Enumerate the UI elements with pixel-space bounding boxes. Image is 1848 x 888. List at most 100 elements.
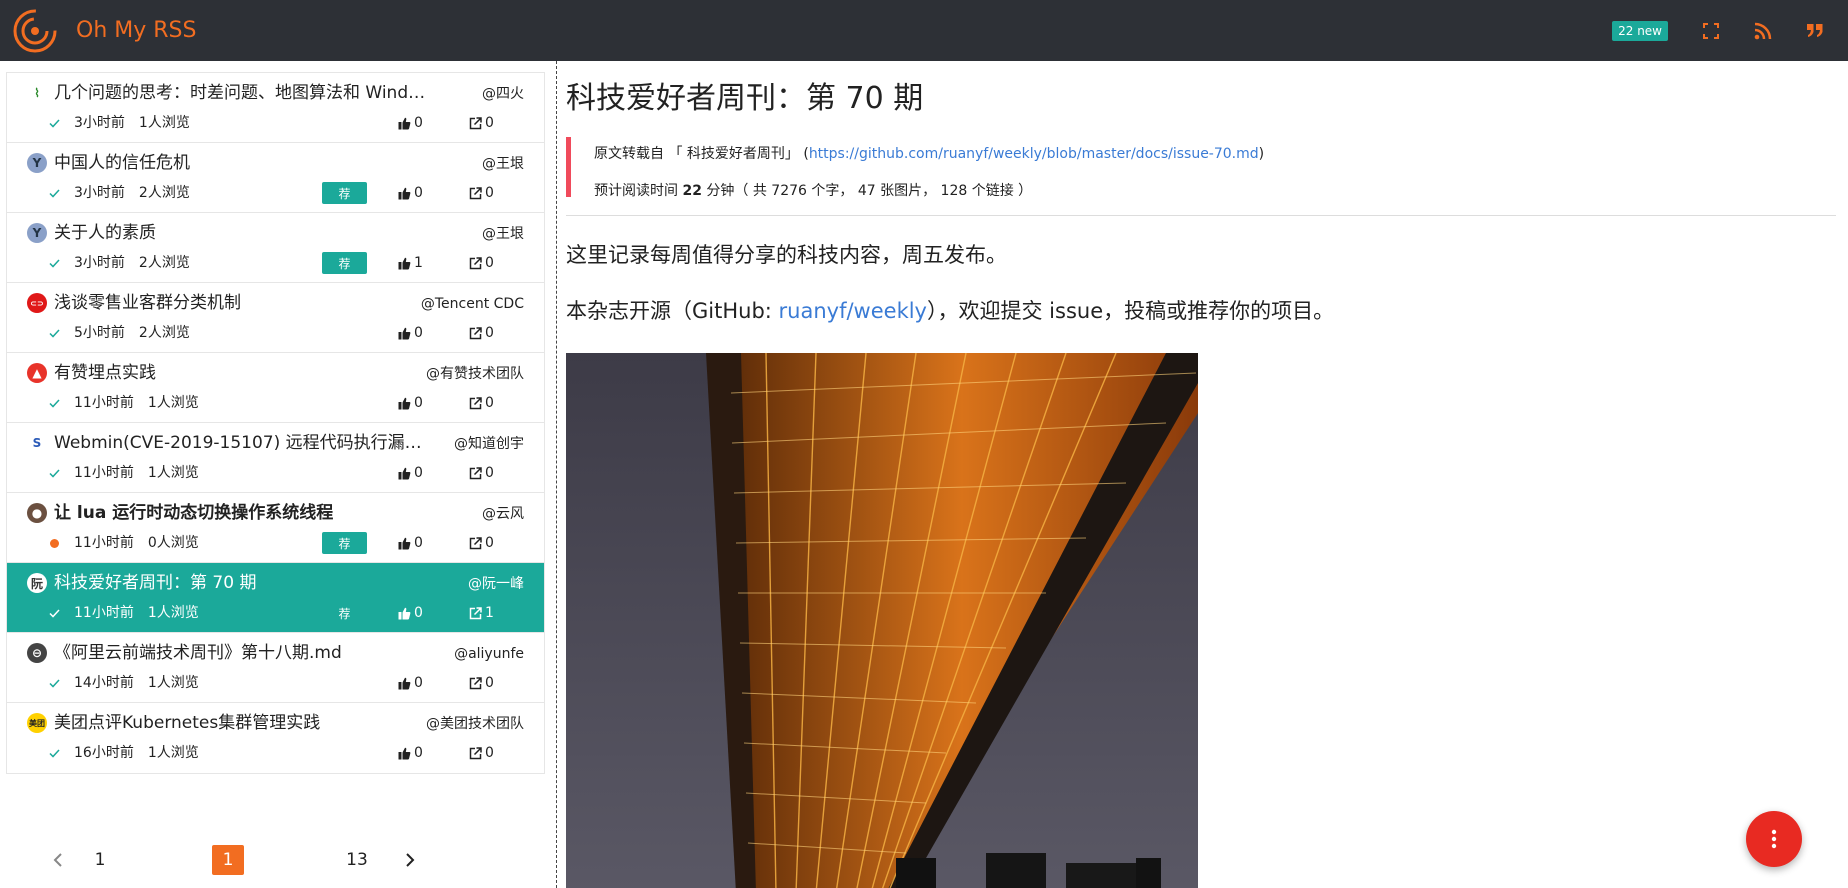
article-item-title[interactable]: 《阿里云前端技术周刊》第十八期.md bbox=[54, 642, 434, 664]
thumbs-up-icon bbox=[398, 747, 411, 759]
thumbs-up-icon bbox=[398, 537, 411, 549]
article-title: 科技爱好者周刊：第 70 期 bbox=[566, 81, 924, 116]
likes-count[interactable]: 0 bbox=[398, 184, 423, 202]
article-item-title[interactable]: 几个问题的思考：时差问题、地图算法和 Windows... bbox=[54, 82, 434, 104]
likes-value: 0 bbox=[414, 605, 423, 621]
more-actions-button[interactable] bbox=[1746, 811, 1802, 867]
article-item-title[interactable]: 美团点评Kubernetes集群管理实践 bbox=[54, 712, 434, 734]
read-check-icon bbox=[47, 326, 61, 340]
app-title[interactable]: Oh My RSS bbox=[76, 18, 196, 43]
open-link-count[interactable]: 0 bbox=[469, 254, 494, 272]
article-list-item[interactable]: Y 中国人的信任危机 @王垠 3小时前 2人浏览 荐 0 0 bbox=[7, 143, 544, 213]
likes-count[interactable]: 0 bbox=[398, 394, 423, 412]
article-list-item[interactable]: ▲ 有赞埋点实践 @有赞技术团队 11小时前 1人浏览 0 0 bbox=[7, 353, 544, 423]
article-item-views: 1人浏览 bbox=[147, 465, 199, 481]
open-external-icon bbox=[469, 536, 482, 549]
likes-value: 0 bbox=[414, 115, 423, 131]
open-external-icon bbox=[469, 116, 482, 129]
recommended-badge: 荐 bbox=[322, 252, 367, 274]
likes-value: 0 bbox=[414, 185, 423, 201]
likes-count[interactable]: 0 bbox=[398, 674, 423, 692]
prev-page-icon[interactable] bbox=[48, 845, 68, 875]
article-source-quote: 原文转载自 「 科技爱好者周刊」 (https://github.com/rua… bbox=[566, 137, 1846, 199]
reading-suffix: 分钟（ 共 7276 个字， 47 张图片， 128 个链接 ） bbox=[701, 183, 1033, 199]
shares-value: 1 bbox=[485, 605, 494, 621]
open-link-count[interactable]: 0 bbox=[469, 394, 494, 412]
likes-count[interactable]: 0 bbox=[398, 534, 423, 552]
article-item-time: 3小时前 bbox=[74, 185, 125, 201]
article-item-author: @王垠 bbox=[482, 156, 524, 172]
article-item-author: @有赞技术团队 bbox=[426, 366, 524, 382]
likes-count[interactable]: 1 bbox=[398, 254, 423, 272]
article-item-views: 0人浏览 bbox=[147, 535, 199, 551]
source-link[interactable]: https://github.com/ruanyf/weekly/blob/ma… bbox=[809, 146, 1259, 162]
article-list-item[interactable]: Y 关于人的素质 @王垠 3小时前 2人浏览 荐 1 0 bbox=[7, 213, 544, 283]
p2-prefix: 本杂志开源（GitHub: bbox=[566, 299, 779, 323]
next-page-icon[interactable] bbox=[400, 845, 420, 875]
article-item-title[interactable]: 有赞埋点实践 bbox=[54, 362, 434, 384]
open-link-count[interactable]: 0 bbox=[469, 324, 494, 342]
feed-icon-ruanyf: 阮 bbox=[27, 573, 47, 593]
article-item-title[interactable]: 科技爱好者周刊：第 70 期 bbox=[54, 572, 434, 594]
article-list-item[interactable]: ⊂⊃ 浅谈零售业客群分类机制 @Tencent CDC 5小时前 2人浏览 0 0 bbox=[7, 283, 544, 353]
recommended-badge: 荐 bbox=[322, 182, 367, 204]
open-link-count[interactable]: 0 bbox=[469, 464, 494, 482]
github-link[interactable]: ruanyf/weekly bbox=[779, 299, 927, 323]
article-list-item[interactable]: ● 让 lua 运行时动态切换操作系统线程 @云风 11小时前 0人浏览 荐 0 0 bbox=[7, 493, 544, 563]
open-link-count[interactable]: 1 bbox=[469, 604, 494, 622]
likes-count[interactable]: 0 bbox=[398, 324, 423, 342]
article-view: 科技爱好者周刊：第 70 期 原文转载自 「 科技爱好者周刊」 (https:/… bbox=[557, 61, 1848, 888]
open-external-icon bbox=[469, 676, 482, 689]
source-prefix: 原文转载自 「 科技爱好者周刊」 ( bbox=[594, 146, 809, 162]
read-check-icon bbox=[47, 746, 61, 760]
open-link-count[interactable]: 0 bbox=[469, 674, 494, 692]
open-link-count[interactable]: 0 bbox=[469, 534, 494, 552]
fullscreen-icon[interactable] bbox=[1700, 20, 1722, 42]
pagination: 1 1 13 bbox=[40, 845, 440, 875]
likes-count[interactable]: 0 bbox=[398, 464, 423, 482]
new-count-badge[interactable]: 22 new bbox=[1612, 20, 1668, 41]
likes-value: 0 bbox=[414, 675, 423, 691]
read-check-icon bbox=[47, 676, 61, 690]
likes-count[interactable]: 0 bbox=[398, 744, 423, 762]
article-item-title[interactable]: Webmin(CVE-2019-15107) 远程代码执行漏洞... bbox=[54, 432, 434, 454]
article-item-title[interactable]: 浅谈零售业客群分类机制 bbox=[54, 292, 434, 314]
shares-value: 0 bbox=[485, 115, 494, 131]
article-item-title[interactable]: 让 lua 运行时动态切换操作系统线程 bbox=[54, 502, 434, 524]
article-item-title[interactable]: 中国人的信任危机 bbox=[54, 152, 434, 174]
article-item-author: @美团技术团队 bbox=[426, 716, 524, 732]
page-current[interactable]: 1 bbox=[212, 845, 244, 875]
page-first[interactable]: 1 bbox=[90, 845, 110, 875]
reading-prefix: 预计阅读时间 bbox=[594, 183, 683, 199]
article-item-time: 11小时前 bbox=[74, 465, 134, 481]
open-link-count[interactable]: 0 bbox=[469, 744, 494, 762]
feed-icon-aliyun: ⊖ bbox=[27, 643, 47, 663]
article-item-author: @aliyunfe bbox=[454, 646, 524, 662]
article-paragraph-1: 这里记录每周值得分享的科技内容，周五发布。 bbox=[566, 243, 1007, 267]
article-list-item[interactable]: ⌇ 几个问题的思考：时差问题、地图算法和 Windows... @四火 3小时前 1人浏… bbox=[7, 73, 544, 143]
article-item-title[interactable]: 关于人的素质 bbox=[54, 222, 434, 244]
read-check-icon bbox=[47, 396, 61, 410]
article-list-item[interactable]: 阮科技爱好者周刊：第 70 期 @阮一峰 11小时前 1人浏览 荐 0 1 bbox=[7, 563, 544, 633]
article-list-item[interactable]: 美团 美团点评Kubernetes集群管理实践 @美团技术团队 16小时前 1人浏览 0 0 bbox=[7, 703, 544, 773]
article-divider bbox=[566, 215, 1836, 216]
open-link-count[interactable]: 0 bbox=[469, 184, 494, 202]
page-last[interactable]: 13 bbox=[342, 845, 372, 875]
article-list: ⌇ 几个问题的思考：时差问题、地图算法和 Windows... @四火 3小时前 1人浏… bbox=[6, 72, 545, 774]
article-list-item[interactable]: S Webmin(CVE-2019-15107) 远程代码执行漏洞... @知道创宇… bbox=[7, 423, 544, 493]
feed-icon-wangyin: Y bbox=[27, 153, 47, 173]
quote-icon[interactable] bbox=[1804, 20, 1826, 42]
article-item-views: 1人浏览 bbox=[138, 115, 190, 131]
article-list-item[interactable]: ⊖ 《阿里云前端技术周刊》第十八期.md @aliyunfe 14小时前 1人浏览 0 0 bbox=[7, 633, 544, 703]
rss-icon[interactable] bbox=[1752, 20, 1774, 42]
shares-value: 0 bbox=[485, 465, 494, 481]
likes-value: 0 bbox=[414, 745, 423, 761]
open-link-count[interactable]: 0 bbox=[469, 114, 494, 132]
likes-count[interactable]: 0 bbox=[398, 604, 423, 622]
article-item-time: 16小时前 bbox=[74, 745, 134, 761]
likes-count[interactable]: 0 bbox=[398, 114, 423, 132]
article-item-time: 14小时前 bbox=[74, 675, 134, 691]
recommended-badge: 荐 bbox=[322, 532, 367, 554]
article-item-author: @云风 bbox=[482, 506, 524, 522]
source-suffix: ) bbox=[1258, 146, 1265, 162]
